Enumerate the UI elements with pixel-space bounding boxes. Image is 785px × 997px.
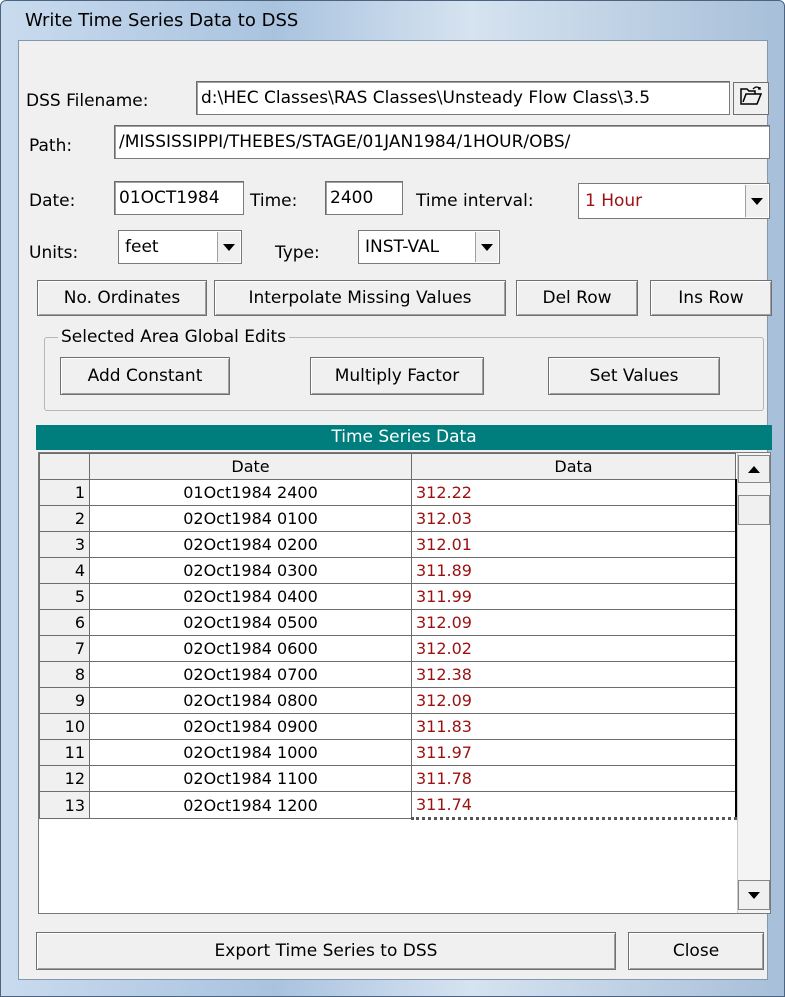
row-number: 7 xyxy=(39,635,90,662)
data-table: Date Data 1 01Oct1984 2400 312.22 2 02Oct19… xyxy=(39,453,737,820)
multiply-factor-button[interactable]: Multiply Factor xyxy=(310,357,484,395)
row-number: 1 xyxy=(39,479,90,506)
date-cell[interactable]: 02Oct1984 0500 xyxy=(89,609,412,636)
date-label: Date: xyxy=(29,191,76,211)
vertical-scrollbar[interactable] xyxy=(737,453,770,913)
row-number: 3 xyxy=(39,531,90,558)
time-interval-select[interactable]: 1 Hour xyxy=(578,183,770,219)
table-row[interactable]: 7 02Oct1984 0600 312.02 xyxy=(39,635,737,662)
data-cell[interactable]: 311.97 xyxy=(411,739,737,766)
date-field[interactable]: 01OCT1984 xyxy=(114,181,244,215)
table-row[interactable]: 10 02Oct1984 0900 311.83 xyxy=(39,713,737,740)
date-cell[interactable]: 02Oct1984 0300 xyxy=(89,557,412,584)
row-number: 12 xyxy=(39,765,90,792)
data-cell[interactable]: 312.01 xyxy=(411,531,737,558)
date-cell[interactable]: 02Oct1984 0800 xyxy=(89,687,412,714)
table-row[interactable]: 11 02Oct1984 1000 311.97 xyxy=(39,739,737,766)
units-value: feet xyxy=(125,237,159,257)
data-cell[interactable]: 311.89 xyxy=(411,557,737,584)
column-header-date[interactable]: Date xyxy=(89,453,412,480)
date-cell[interactable]: 02Oct1984 0700 xyxy=(89,661,412,688)
date-cell[interactable]: 02Oct1984 1200 xyxy=(89,791,412,819)
table-row[interactable]: 6 02Oct1984 0500 312.09 xyxy=(39,609,737,636)
set-values-button[interactable]: Set Values xyxy=(548,357,720,395)
row-number: 9 xyxy=(39,687,90,714)
units-select[interactable]: feet xyxy=(118,230,242,264)
date-cell[interactable]: 02Oct1984 0900 xyxy=(89,713,412,740)
data-cell[interactable]: 312.09 xyxy=(411,687,737,714)
data-cell[interactable]: 312.09 xyxy=(411,609,737,636)
type-label: Type: xyxy=(275,243,320,263)
path-label: Path: xyxy=(29,136,73,156)
arrow-up-icon[interactable] xyxy=(738,455,770,483)
units-label: Units: xyxy=(29,243,79,263)
dss-filename-label: DSS Filename: xyxy=(26,91,149,111)
table-row[interactable]: 12 02Oct1984 1100 311.78 xyxy=(39,765,737,792)
path-field[interactable]: /MISSISSIPPI/THEBES/STAGE/01JAN1984/1HOU… xyxy=(114,125,770,159)
table-title: Time Series Data xyxy=(36,425,772,450)
data-cell[interactable]: 312.22 xyxy=(411,479,737,506)
table-row[interactable]: 2 02Oct1984 0100 312.03 xyxy=(39,505,737,532)
arrow-down-icon[interactable] xyxy=(738,880,770,910)
table-row[interactable]: 8 02Oct1984 0700 312.38 xyxy=(39,661,737,688)
date-cell[interactable]: 01Oct1984 2400 xyxy=(89,479,412,506)
time-series-grid[interactable]: Date Data 1 01Oct1984 2400 312.22 2 02Oct19… xyxy=(38,452,771,914)
time-interval-value: 1 Hour xyxy=(585,191,643,211)
dss-filename-field[interactable]: d:\HEC Classes\RAS Classes\Unsteady Flow… xyxy=(196,81,730,115)
data-cell[interactable]: 311.74 xyxy=(411,791,737,820)
open-folder-icon xyxy=(739,85,763,112)
data-cell[interactable]: 311.99 xyxy=(411,583,737,610)
row-number: 5 xyxy=(39,583,90,610)
time-label: Time: xyxy=(250,191,298,211)
table-row[interactable]: 3 02Oct1984 0200 312.01 xyxy=(39,531,737,558)
date-cell[interactable]: 02Oct1984 0600 xyxy=(89,635,412,662)
add-constant-button[interactable]: Add Constant xyxy=(60,357,230,395)
type-select[interactable]: INST-VAL xyxy=(358,230,500,264)
date-cell[interactable]: 02Oct1984 0400 xyxy=(89,583,412,610)
data-cell[interactable]: 312.38 xyxy=(411,661,737,688)
table-row[interactable]: 1 01Oct1984 2400 312.22 xyxy=(39,479,737,506)
ins-row-button[interactable]: Ins Row xyxy=(650,280,772,316)
title-bar[interactable]: Write Time Series Data to DSS xyxy=(1,1,784,41)
row-number: 6 xyxy=(39,609,90,636)
table-row[interactable]: 13 02Oct1984 1200 311.74 xyxy=(39,791,737,820)
date-cell[interactable]: 02Oct1984 1000 xyxy=(89,739,412,766)
data-cell[interactable]: 311.83 xyxy=(411,713,737,740)
data-cell[interactable]: 312.03 xyxy=(411,505,737,532)
row-number: 10 xyxy=(39,713,90,740)
data-cell[interactable]: 311.78 xyxy=(411,765,737,792)
chevron-down-icon[interactable] xyxy=(475,232,498,262)
global-edits-label: Selected Area Global Edits xyxy=(58,327,290,347)
no-ordinates-button[interactable]: No. Ordinates xyxy=(37,280,207,316)
time-field[interactable]: 2400 xyxy=(325,181,403,215)
data-cell[interactable]: 312.02 xyxy=(411,635,737,662)
date-cell[interactable]: 02Oct1984 1100 xyxy=(89,765,412,792)
column-header-data[interactable]: Data xyxy=(411,453,736,480)
interpolate-missing-values-button[interactable]: Interpolate Missing Values xyxy=(214,280,506,316)
type-value: INST-VAL xyxy=(365,237,440,257)
window-title: Write Time Series Data to DSS xyxy=(25,10,299,31)
row-number: 2 xyxy=(39,505,90,532)
browse-button[interactable] xyxy=(733,82,769,115)
chevron-down-icon[interactable] xyxy=(217,232,240,262)
row-number: 8 xyxy=(39,661,90,688)
table-row[interactable]: 5 02Oct1984 0400 311.99 xyxy=(39,583,737,610)
date-cell[interactable]: 02Oct1984 0100 xyxy=(89,505,412,532)
table-row[interactable]: 9 02Oct1984 0800 312.09 xyxy=(39,687,737,714)
chevron-down-icon[interactable] xyxy=(745,185,768,217)
date-cell[interactable]: 02Oct1984 0200 xyxy=(89,531,412,558)
row-number: 11 xyxy=(39,739,90,766)
table-header-row: Date Data xyxy=(39,453,736,480)
time-interval-label: Time interval: xyxy=(416,191,534,211)
row-number: 13 xyxy=(39,791,90,819)
del-row-button[interactable]: Del Row xyxy=(516,280,638,316)
table-row[interactable]: 4 02Oct1984 0300 311.89 xyxy=(39,557,737,584)
close-button[interactable]: Close xyxy=(628,932,764,970)
export-button[interactable]: Export Time Series to DSS xyxy=(36,932,616,970)
scrollbar-thumb[interactable] xyxy=(738,495,770,525)
column-header-rownum xyxy=(39,453,90,480)
row-number: 4 xyxy=(39,557,90,584)
